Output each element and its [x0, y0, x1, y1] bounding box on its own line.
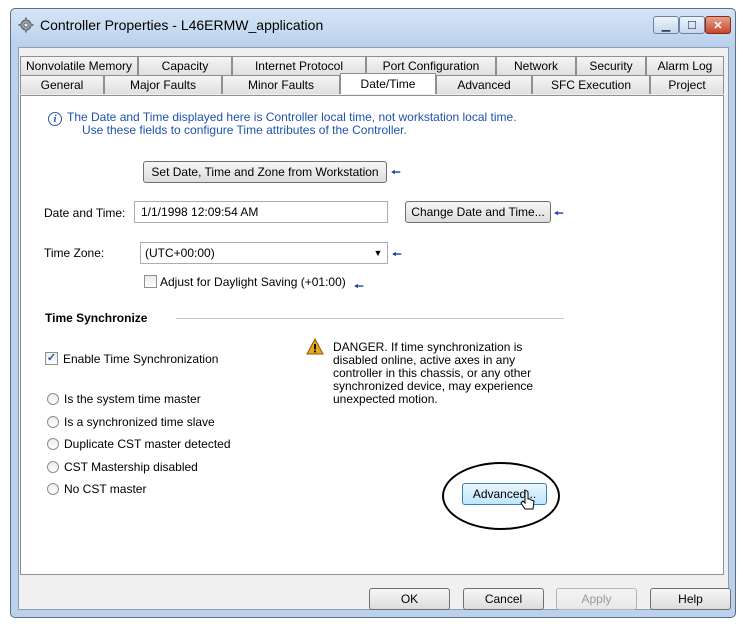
enable-time-sync-checkbox[interactable]: ✓	[45, 352, 58, 365]
maximize-button[interactable]: ☐	[679, 16, 705, 34]
close-icon: ✕	[713, 19, 723, 32]
warning-icon	[306, 338, 324, 355]
radio-cst-mastership-disabled[interactable]	[47, 461, 59, 473]
arrow-left-icon: 🠔	[354, 281, 364, 293]
time-synchronize-title: Time Synchronize	[45, 311, 148, 325]
info-icon: i	[48, 112, 62, 126]
close-button[interactable]: ✕	[705, 16, 731, 34]
radio-no-cst-master[interactable]	[47, 483, 59, 495]
arrow-left-icon: 🠔	[391, 167, 401, 179]
radio-system-time-master[interactable]	[47, 393, 59, 405]
tab-minor-faults[interactable]: Minor Faults	[222, 75, 340, 94]
time-zone-label: Time Zone:	[44, 246, 105, 260]
tab-project[interactable]: Project	[650, 75, 724, 94]
set-from-workstation-button[interactable]: Set Date, Time and Zone from Workstation	[143, 161, 387, 183]
tab-network[interactable]: Network	[496, 56, 576, 75]
radio-duplicate-cst-master[interactable]	[47, 438, 59, 450]
time-zone-value: (UTC+00:00)	[145, 246, 215, 260]
window-title: Controller Properties - L46ERMW_applicat…	[40, 17, 324, 33]
arrow-left-icon: 🠔	[554, 208, 564, 220]
maximize-icon: ☐	[687, 19, 697, 32]
tab-security[interactable]: Security	[576, 56, 646, 75]
tab-advanced[interactable]: Advanced	[436, 75, 532, 94]
radio-synchronized-time-slave[interactable]	[47, 416, 59, 428]
apply-button[interactable]: Apply	[556, 588, 637, 610]
option-system-time-master: Is the system time master	[64, 392, 201, 406]
ok-button[interactable]: OK	[369, 588, 450, 610]
tab-sfc-execution[interactable]: SFC Execution	[532, 75, 650, 94]
gear-icon	[18, 17, 34, 33]
help-button[interactable]: Help	[650, 588, 731, 610]
tab-general[interactable]: General	[20, 75, 104, 94]
time-zone-select[interactable]: (UTC+00:00)	[140, 242, 388, 264]
minimize-button[interactable]: ▁	[653, 16, 679, 34]
option-no-cst-master: No CST master	[64, 482, 147, 496]
highlight-ellipse	[442, 462, 560, 530]
option-cst-mastership-disabled: CST Mastership disabled	[64, 460, 198, 474]
tab-date-time[interactable]: Date/Time	[340, 73, 436, 94]
change-date-time-button[interactable]: Change Date and Time...	[405, 201, 551, 223]
tab-major-faults[interactable]: Major Faults	[104, 75, 222, 94]
arrow-left-icon: 🠔	[392, 249, 402, 261]
tab-alarm-log[interactable]: Alarm Log	[646, 56, 724, 75]
info-line-2: Use these fields to configure Time attri…	[82, 123, 407, 137]
tab-capacity[interactable]: Capacity	[138, 56, 232, 75]
date-time-label: Date and Time:	[44, 206, 126, 220]
danger-message: DANGER. If time synchronization is disab…	[333, 340, 534, 406]
option-duplicate-cst-master: Duplicate CST master detected	[64, 437, 231, 451]
tab-nonvolatile-memory[interactable]: Nonvolatile Memory	[20, 56, 138, 75]
date-time-field[interactable]: 1/1/1998 12:09:54 AM	[134, 201, 388, 223]
daylight-saving-checkbox[interactable]	[144, 275, 157, 288]
minimize-icon: ▁	[661, 19, 671, 32]
enable-time-sync-label: Enable Time Synchronization	[63, 352, 219, 366]
section-divider	[176, 318, 564, 319]
daylight-saving-label: Adjust for Daylight Saving (+01:00)	[160, 275, 346, 289]
option-synchronized-time-slave: Is a synchronized time slave	[64, 415, 215, 429]
chevron-down-icon[interactable]: ▼	[372, 243, 384, 263]
cancel-button[interactable]: Cancel	[463, 588, 544, 610]
